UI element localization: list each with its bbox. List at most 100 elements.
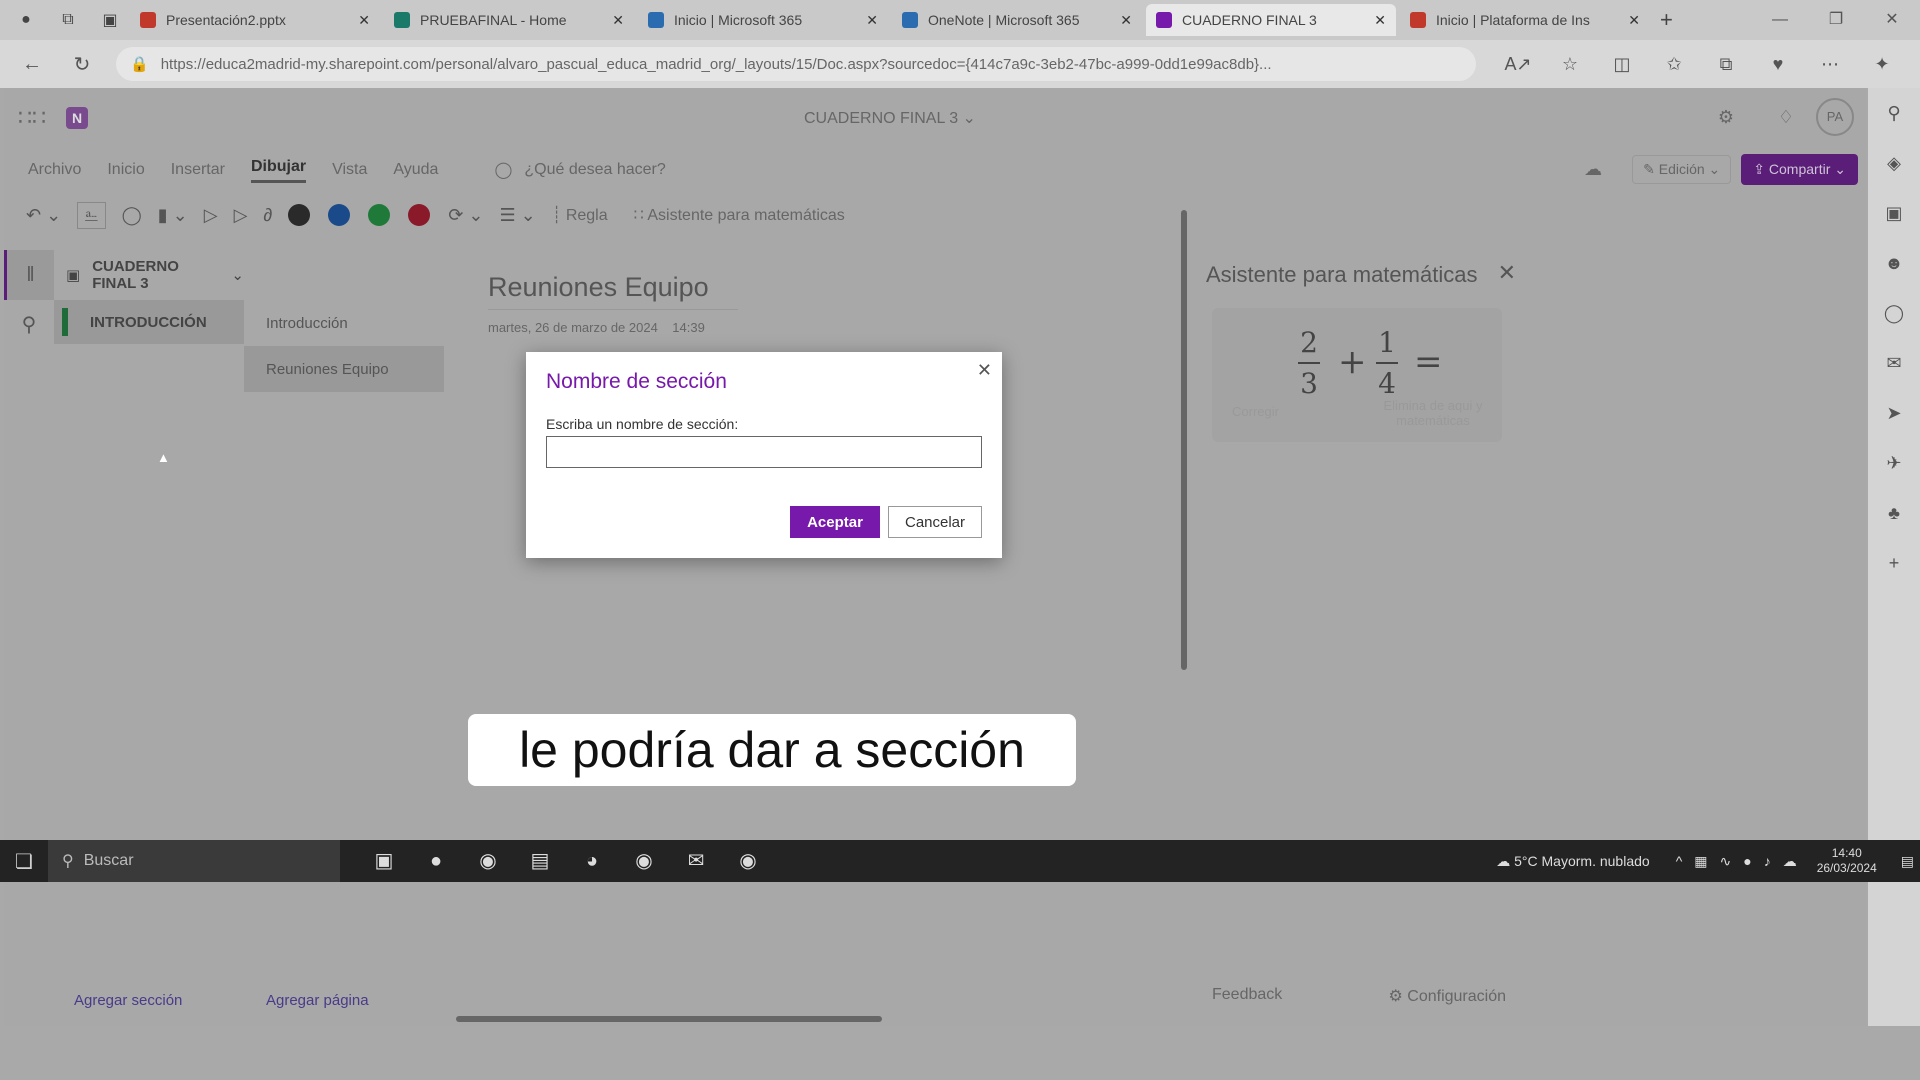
tab-archivo[interactable]: Archivo [28,161,81,179]
tell-me-search[interactable]: ◯ ¿Qué desea hacer? [494,160,665,180]
ruler-button[interactable]: ┊ Regla [552,205,608,225]
browser-tab-1[interactable]: PRUEBAFINAL - Home ✕ [384,4,634,36]
close-tab-icon[interactable]: ✕ [358,12,370,29]
collections-icon[interactable]: ⧉ [1700,54,1752,75]
refresh-icon[interactable]: ↻ [64,52,100,77]
firefox-icon[interactable]: ● [410,840,462,882]
browser-tab-5[interactable]: Inicio | Plataforma de Ins ✕ [1400,4,1650,36]
undo-icon[interactable]: ↶ ⌄ [26,205,61,226]
page-item[interactable]: Introducción [244,300,444,346]
minimize-icon[interactable]: — [1752,0,1808,40]
taskbar-search[interactable]: ⚲ Buscar [48,840,340,882]
configuration-link[interactable]: ⚙ Configuración [1388,986,1506,1006]
avatar[interactable]: PA [1816,98,1854,136]
pen-color-black[interactable] [288,204,311,226]
collections-icon[interactable]: ⧉ [52,4,84,36]
share-button[interactable]: ⇪ Compartir ⌄ [1741,154,1858,185]
keyboard-icon[interactable]: ▦ [1694,853,1707,870]
close-window-icon[interactable]: ✕ [1864,0,1920,40]
search-icon[interactable]: ⚲ [4,300,54,350]
taskbar-clock[interactable]: 14:40 26/03/2024 [1817,846,1877,876]
tools-icon[interactable]: ▣ [1868,188,1920,238]
weather-widget[interactable]: ☁ 5°C Mayorm. nublado [1496,853,1649,870]
ink-to-shape-icon[interactable]: ⟳ ⌄ [448,205,483,226]
favorite-star-icon[interactable]: ☆ [1544,54,1596,75]
drop-icon[interactable]: ➤ [1868,388,1920,438]
outlook-icon[interactable]: ✉ [1868,338,1920,388]
tab-ayuda[interactable]: Ayuda [393,161,438,179]
shapes-icon[interactable]: ∂ [263,205,272,226]
close-tab-icon[interactable]: ✕ [612,12,624,29]
feedback-link[interactable]: Feedback [1212,986,1282,1004]
tree-icon[interactable]: ♣ [1868,488,1920,538]
close-icon[interactable]: ✕ [1498,260,1516,286]
tab-inicio[interactable]: Inicio [107,161,144,179]
browser-essentials-icon[interactable]: ♥ [1752,54,1804,75]
tab-vista[interactable]: Vista [332,161,367,179]
app-launcher-icon[interactable]: ∷∷ [4,105,60,131]
close-icon[interactable]: ✕ [977,360,992,381]
people-icon[interactable]: ☻ [1868,238,1920,288]
close-tab-icon[interactable]: ✕ [1628,12,1640,29]
editing-mode-button[interactable]: ✎ Edición ⌄ [1632,155,1732,184]
section-name-input[interactable] [546,436,982,468]
tab-insertar[interactable]: Insertar [171,161,225,179]
chevron-up-icon[interactable]: ^ [1676,853,1683,869]
close-tab-icon[interactable]: ✕ [1120,12,1132,29]
math-assistant-button[interactable]: ∷ Asistente para matemáticas [634,205,845,225]
edge-icon[interactable]: ◕ [566,840,618,882]
search-icon[interactable]: ⚲ [1868,88,1920,138]
browser-tab-2[interactable]: Inicio | Microsoft 365 ✕ [638,4,888,36]
page-title[interactable]: Reuniones Equipo [488,272,738,310]
notifications-bell-icon[interactable]: ♢ [1756,107,1816,128]
lasso-select-icon[interactable]: ⎁ [77,201,106,229]
task-view-icon[interactable]: ▣ [358,840,410,882]
notebook-selector[interactable]: ▣ CUADERNO FINAL 3 ⌄ [54,250,244,300]
read-aloud-icon[interactable]: A↗ [1492,54,1544,75]
close-tab-icon[interactable]: ✕ [866,12,878,29]
new-tab-button[interactable]: + [1660,7,1673,33]
onedrive-cloud-icon[interactable]: ☁ [1783,853,1797,870]
chrome-profile-icon[interactable]: ◉ [618,840,670,882]
microphone-icon[interactable]: ● [1743,853,1751,869]
split-screen-icon[interactable]: ◫ [1596,54,1648,75]
sync-cloud-icon[interactable]: ☁ [1584,159,1602,180]
notifications-icon[interactable]: ▤ [1901,853,1914,870]
browser-tab-3[interactable]: OneNote | Microsoft 365 ✕ [892,4,1142,36]
url-field[interactable]: 🔒 https://educa2madrid-my.sharepoint.com… [116,47,1476,81]
add-section-link[interactable]: Agregar sección [74,992,182,1009]
add-page-link[interactable]: Agregar página [266,992,369,1009]
line-weight-icon[interactable]: ☰ ⌄ [500,205,536,226]
close-tab-icon[interactable]: ✕ [1374,12,1386,29]
more-options-icon[interactable]: ⋯ [1804,54,1856,75]
cancel-button[interactable]: Cancelar [888,506,982,538]
browser-tab-0[interactable]: Presentación2.pptx ✕ [130,4,380,36]
page-item[interactable]: Reuniones Equipo [244,346,444,392]
recorder-icon[interactable]: ◉ [722,840,774,882]
browser-tab-4[interactable]: CUADERNO FINAL 3 ✕ [1146,4,1396,36]
windows-start-icon[interactable]: ❏ [0,849,48,874]
play-icon[interactable]: ▷ [204,205,218,226]
replay-icon[interactable]: ▷ [234,205,248,226]
vertical-scrollbar[interactable] [1181,210,1187,670]
tab-dibujar[interactable]: Dibujar [250,158,307,183]
shopping-icon[interactable]: ◈ [1868,138,1920,188]
notebooks-icon[interactable]: ‖ [4,250,54,300]
horizontal-scrollbar[interactable] [456,1016,882,1022]
pen-color-blue[interactable] [328,204,351,226]
network-icon[interactable]: ∿ [1720,853,1732,870]
eraser-icon[interactable]: ◯ [122,205,142,226]
settings-gear-icon[interactable]: ⚙ [1696,107,1756,128]
accept-button[interactable]: Aceptar [790,506,880,538]
copilot-icon[interactable]: ✦ [1856,54,1908,75]
tab-actions-icon[interactable]: ▣ [94,4,126,36]
add-sidebar-app-icon[interactable]: + [1868,538,1920,588]
favorites-icon[interactable]: ✩ [1648,54,1700,75]
restore-icon[interactable]: ❐ [1808,0,1864,40]
profile-icon[interactable]: ● [10,4,42,36]
section-item[interactable]: INTRODUCCIÓN [54,300,244,344]
volume-icon[interactable]: ♪ [1764,853,1771,869]
outlook-icon[interactable]: ✉ [670,840,722,882]
office-icon[interactable]: ◯ [1868,288,1920,338]
pen-color-red[interactable] [408,204,431,226]
